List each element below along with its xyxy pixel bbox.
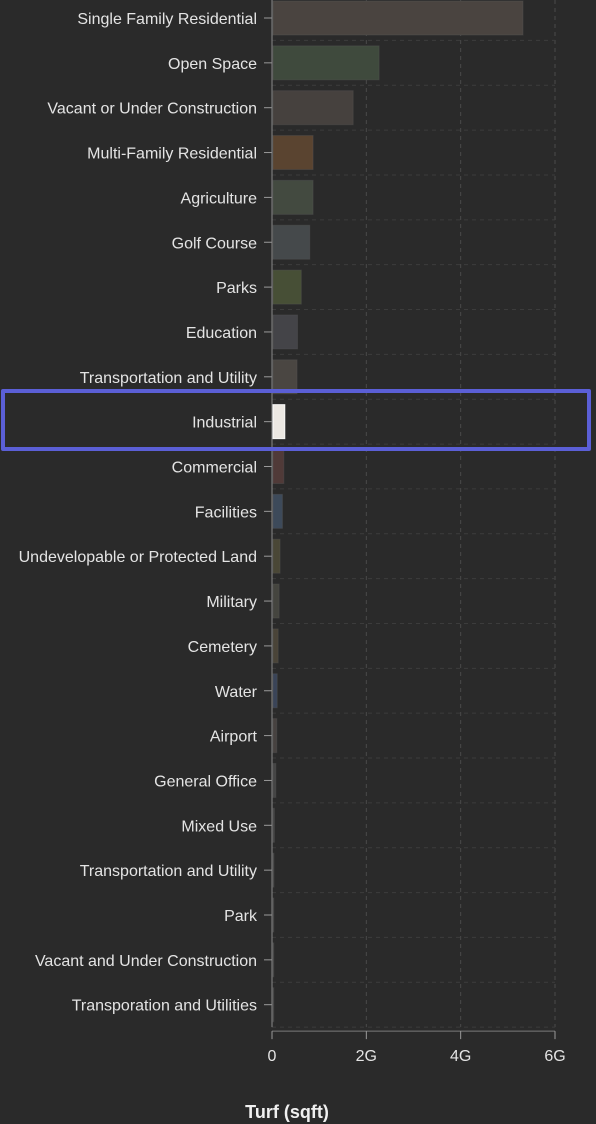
category-label-11: Facilities	[195, 504, 257, 521]
category-label-1: Open Space	[168, 56, 257, 73]
category-label-4: Agriculture	[181, 190, 258, 207]
bar-5[interactable]	[272, 224, 311, 260]
x-axis: 0 2G 4G 6G	[268, 1030, 566, 1065]
bar-2[interactable]	[272, 90, 354, 126]
bar-15[interactable]	[272, 673, 278, 709]
x-axis-title: Turf (sqft)	[245, 1102, 329, 1122]
bar-17[interactable]	[272, 762, 277, 798]
category-label-2: Vacant or Under Construction	[47, 101, 257, 118]
bar-4[interactable]	[272, 179, 314, 215]
bar-12[interactable]	[272, 538, 281, 574]
category-label-18: Mixed Use	[181, 818, 257, 835]
x-tick-label-3: 6G	[544, 1048, 565, 1065]
bar-11[interactable]	[272, 493, 283, 529]
bar-18[interactable]	[272, 807, 275, 843]
bar-3[interactable]	[272, 135, 314, 171]
bar-22[interactable]	[272, 987, 275, 1023]
category-label-19: Transportation and Utility	[80, 863, 257, 880]
x-tick-label-1: 2G	[356, 1048, 377, 1065]
bar-13[interactable]	[272, 583, 280, 619]
category-label-6: Parks	[216, 280, 257, 297]
bar-10[interactable]	[272, 449, 285, 484]
category-label-12: Undevelopable or Protected Land	[19, 549, 257, 566]
bar-16[interactable]	[272, 718, 278, 754]
bar-1[interactable]	[272, 45, 380, 81]
bar-21[interactable]	[272, 942, 275, 978]
category-label-10: Commercial	[172, 460, 257, 477]
category-label-21: Vacant and Under Construction	[35, 953, 257, 970]
bars	[272, 0, 524, 1023]
x-tick-label-2: 4G	[450, 1048, 471, 1065]
category-label-3: Multi-Family Residential	[87, 146, 257, 163]
bar-20[interactable]	[272, 897, 275, 933]
bar-19[interactable]	[272, 852, 275, 888]
highlighted-category-frame[interactable]	[1, 389, 591, 451]
category-label-13: Military	[206, 594, 257, 611]
bar-0[interactable]	[272, 0, 524, 36]
category-label-5: Golf Course	[172, 235, 257, 252]
bar-14[interactable]	[272, 628, 279, 664]
category-label-15: Water	[215, 684, 258, 701]
category-label-17: General Office	[154, 773, 257, 790]
grid-lines	[272, 0, 556, 1028]
category-label-22: Transporation and Utilities	[72, 998, 257, 1015]
bar-7[interactable]	[272, 314, 299, 350]
category-label-8: Transportation and Utility	[80, 370, 257, 387]
category-label-14: Cemetery	[188, 639, 257, 656]
bar-chart: Single Family Residential Open Space Vacan…	[19, 0, 566, 1122]
category-label-20: Park	[224, 908, 258, 925]
category-label-16: Airport	[210, 729, 258, 746]
y-axis: Single Family Residential Open Space Vacan…	[19, 0, 273, 1028]
category-label-7: Education	[186, 325, 257, 342]
x-tick-label-0: 0	[268, 1048, 277, 1065]
bar-6[interactable]	[272, 269, 302, 305]
category-label-0: Single Family Residential	[77, 11, 257, 28]
